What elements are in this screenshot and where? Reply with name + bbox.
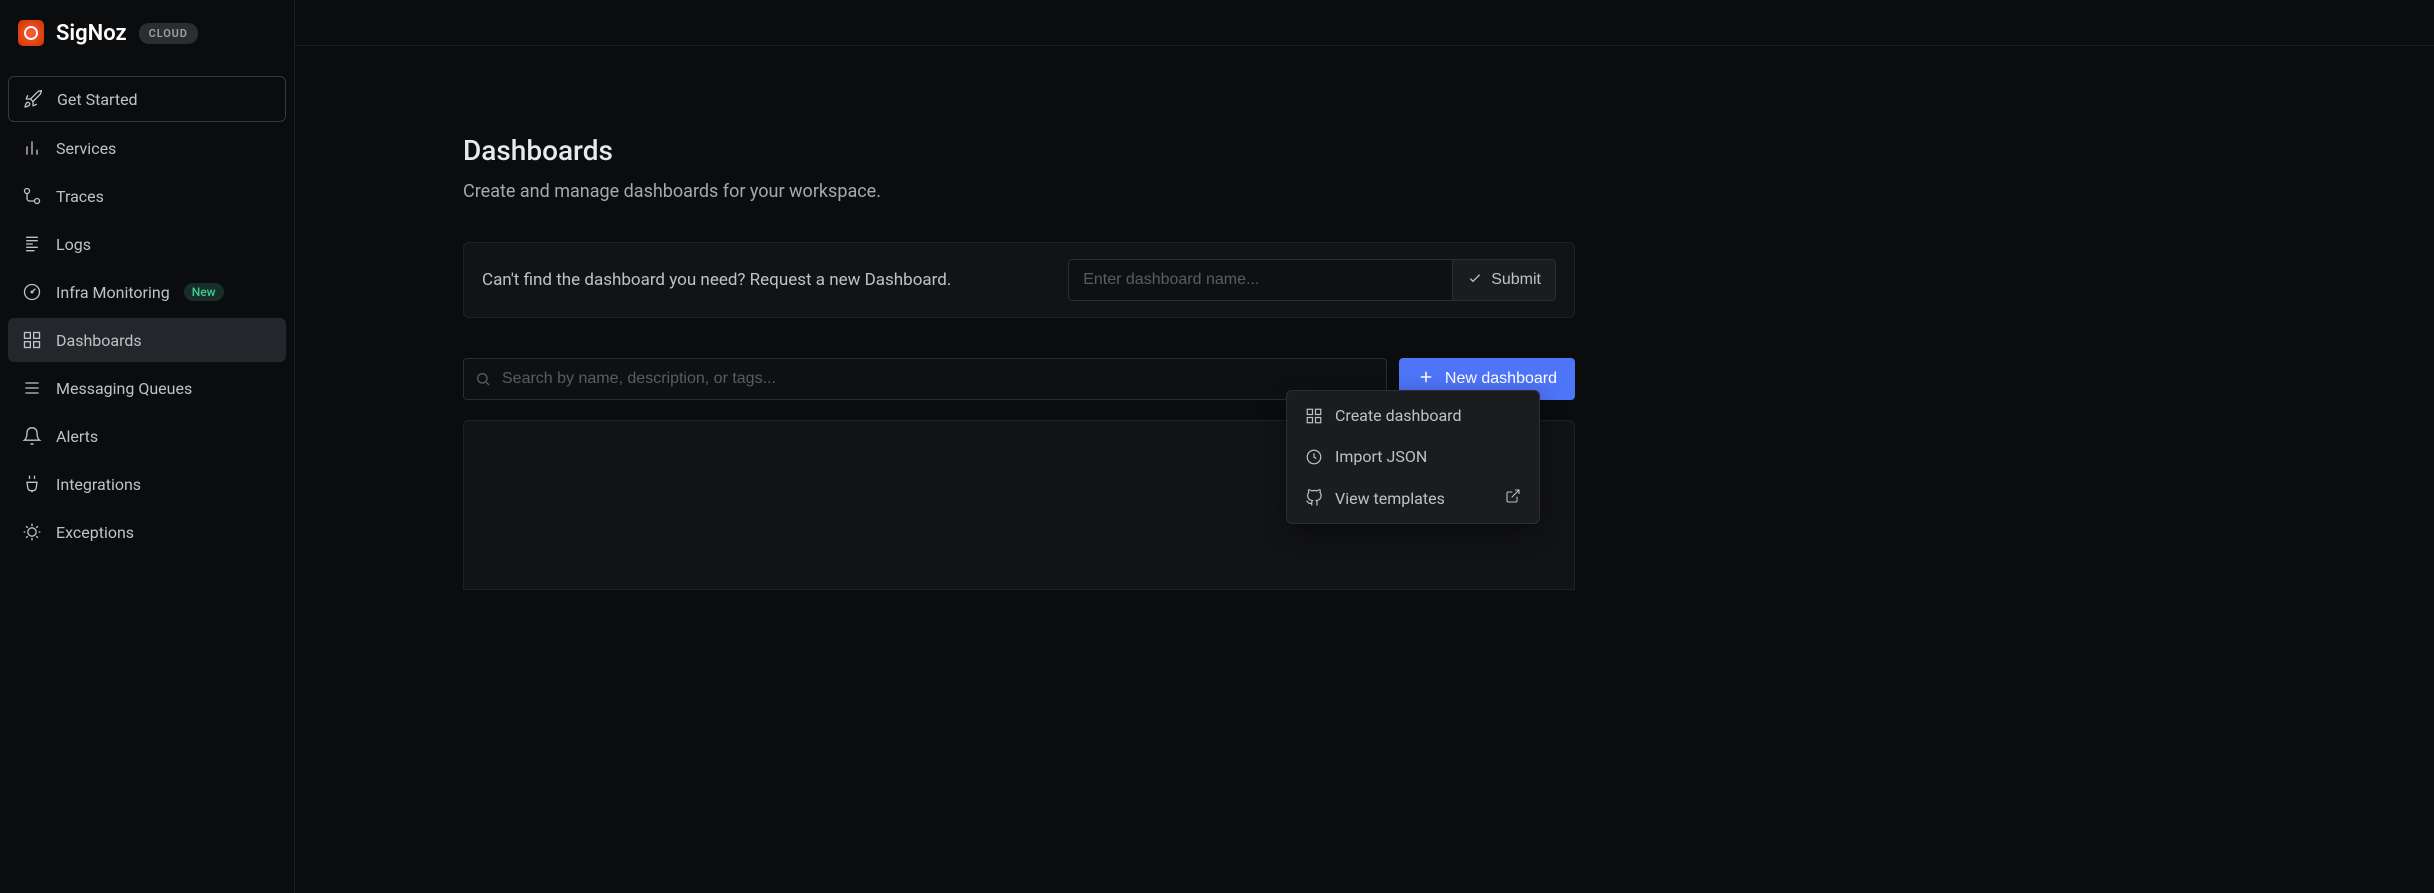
- dashboard-name-input[interactable]: [1068, 259, 1452, 301]
- page-title: Dashboards: [463, 134, 1575, 167]
- dropdown-item-label: Import JSON: [1335, 447, 1427, 466]
- rocket-icon: [23, 89, 43, 109]
- search-icon: [475, 371, 491, 387]
- gauge-icon: [22, 282, 42, 302]
- sidebar-item-dashboards[interactable]: Dashboards: [8, 318, 286, 362]
- bell-icon: [22, 426, 42, 446]
- sidebar-item-label: Alerts: [56, 427, 98, 446]
- sidebar-item-label: Dashboards: [56, 331, 142, 350]
- plus-icon: [1417, 368, 1435, 391]
- logs-icon: [22, 234, 42, 254]
- search-wrapper: [463, 358, 1387, 400]
- submit-button[interactable]: Submit: [1452, 259, 1556, 301]
- dropdown-item-label: View templates: [1335, 489, 1445, 508]
- sidebar-item-label: Logs: [56, 235, 91, 254]
- sidebar-item-traces[interactable]: Traces: [8, 174, 286, 218]
- new-badge: New: [184, 283, 224, 301]
- cloud-badge: CLOUD: [139, 23, 198, 44]
- dropdown-item-import-json[interactable]: Import JSON: [1291, 436, 1535, 477]
- external-link-icon: [1505, 488, 1521, 508]
- sidebar-item-get-started[interactable]: Get Started: [8, 76, 286, 122]
- sidebar-item-messaging-queues[interactable]: Messaging Queues: [8, 366, 286, 410]
- sidebar-item-label: Get Started: [57, 90, 138, 109]
- github-icon: [1305, 489, 1323, 507]
- search-input[interactable]: [463, 358, 1387, 400]
- dashboard-icon: [1305, 407, 1323, 425]
- sidebar-item-label: Traces: [56, 187, 104, 206]
- sidebar-header: SigNoz CLOUD: [8, 12, 286, 54]
- request-input-group: Submit: [1068, 259, 1556, 301]
- request-card: Can't find the dashboard you need? Reque…: [463, 242, 1575, 318]
- bug-icon: [22, 522, 42, 542]
- sidebar: SigNoz CLOUD Get Started Services Traces: [0, 0, 295, 893]
- brand-name: SigNoz: [56, 21, 127, 46]
- dropdown-item-create-dashboard[interactable]: Create dashboard: [1291, 395, 1535, 436]
- dropdown-item-view-templates[interactable]: View templates: [1291, 477, 1535, 519]
- request-card-text: Can't find the dashboard you need? Reque…: [482, 270, 951, 290]
- top-bar: [295, 0, 2434, 46]
- sidebar-item-services[interactable]: Services: [8, 126, 286, 170]
- sidebar-item-exceptions[interactable]: Exceptions: [8, 510, 286, 554]
- new-dashboard-button-label: New dashboard: [1445, 370, 1557, 388]
- main-content: Dashboards Create and manage dashboards …: [295, 0, 2434, 893]
- sidebar-item-label: Messaging Queues: [56, 379, 192, 398]
- history-icon: [1305, 448, 1323, 466]
- new-dashboard-dropdown: Create dashboard Import JSON View templa…: [1286, 390, 1540, 524]
- page-subtitle: Create and manage dashboards for your wo…: [463, 181, 1575, 202]
- hierarchy-icon: [22, 186, 42, 206]
- list-icon: [22, 378, 42, 398]
- dropdown-item-label: Create dashboard: [1335, 406, 1461, 425]
- plug-icon: [22, 474, 42, 494]
- sidebar-item-integrations[interactable]: Integrations: [8, 462, 286, 506]
- bar-chart-icon: [22, 138, 42, 158]
- sidebar-item-label: Services: [56, 139, 116, 158]
- sidebar-item-label: Exceptions: [56, 523, 134, 542]
- sidebar-item-infra-monitoring[interactable]: Infra Monitoring New: [8, 270, 286, 314]
- check-icon: [1467, 270, 1483, 291]
- brand-logo: [18, 20, 44, 46]
- sidebar-item-label: Integrations: [56, 475, 141, 494]
- sidebar-item-alerts[interactable]: Alerts: [8, 414, 286, 458]
- submit-button-label: Submit: [1491, 271, 1541, 289]
- dashboard-icon: [22, 330, 42, 350]
- sidebar-item-logs[interactable]: Logs: [8, 222, 286, 266]
- sidebar-item-label: Infra Monitoring: [56, 283, 170, 302]
